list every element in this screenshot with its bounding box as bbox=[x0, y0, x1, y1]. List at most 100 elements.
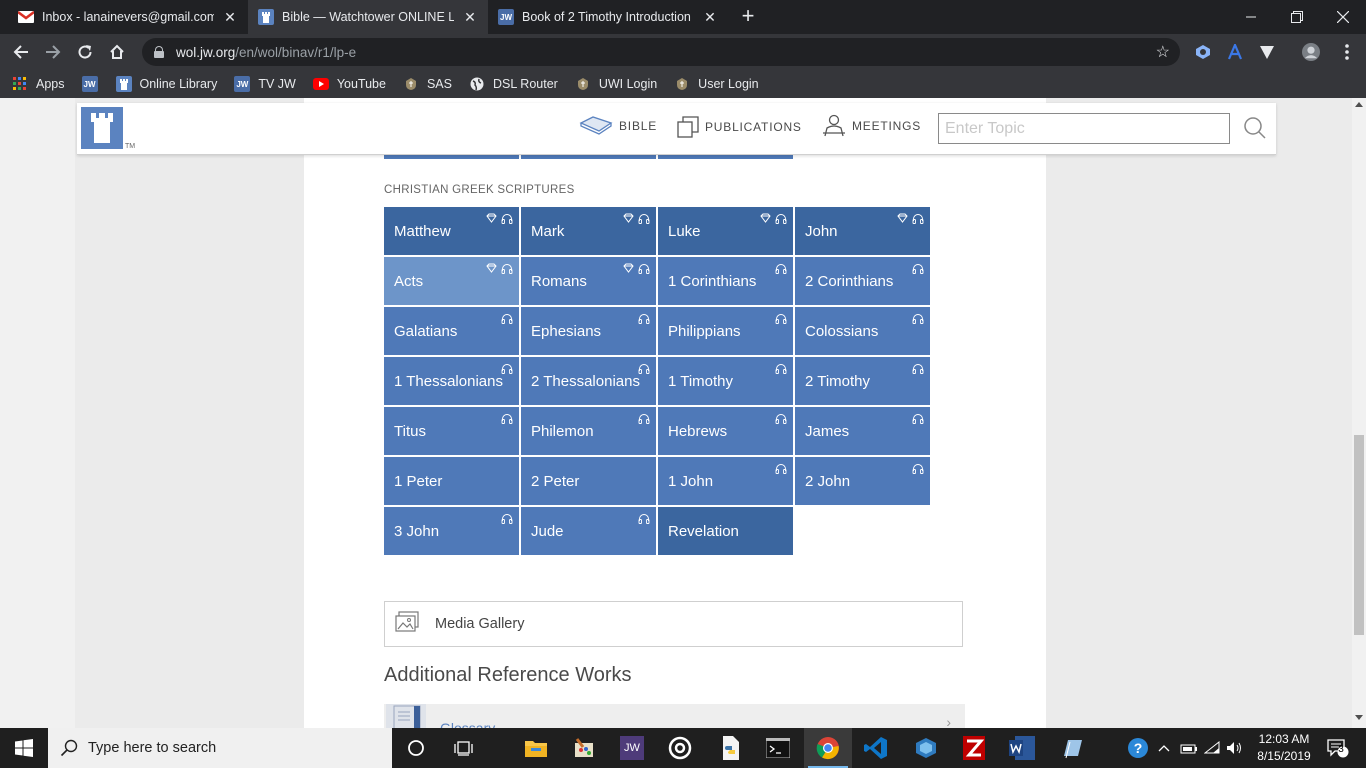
restore-button[interactable] bbox=[1274, 0, 1320, 34]
scroll-up-arrow-icon[interactable] bbox=[1355, 102, 1363, 107]
bookmark-jw[interactable]: JW bbox=[81, 76, 106, 92]
book-tile[interactable]: 1 Corinthians bbox=[658, 257, 793, 305]
book-tile[interactable]: 2 John bbox=[795, 457, 930, 505]
search-icon[interactable] bbox=[1243, 116, 1267, 140]
forward-button[interactable] bbox=[40, 39, 66, 65]
headphones-icon[interactable] bbox=[912, 363, 924, 374]
headphones-icon[interactable] bbox=[775, 463, 787, 474]
wifi-icon[interactable] bbox=[1202, 728, 1224, 768]
headphones-icon[interactable] bbox=[501, 513, 513, 524]
book-tile-partial[interactable] bbox=[384, 155, 519, 159]
home-button[interactable] bbox=[104, 39, 130, 65]
headphones-icon[interactable] bbox=[638, 363, 650, 374]
windows-start-button[interactable] bbox=[0, 728, 48, 768]
task-view-icon[interactable] bbox=[440, 728, 488, 768]
back-button[interactable] bbox=[8, 39, 34, 65]
headphones-icon[interactable] bbox=[775, 413, 787, 424]
book-tile[interactable]: 2 Corinthians bbox=[795, 257, 930, 305]
topic-search-input[interactable] bbox=[938, 113, 1230, 144]
book-tile[interactable]: 2 Timothy bbox=[795, 357, 930, 405]
bookmark-dsl-router[interactable]: DSL Router bbox=[469, 76, 558, 92]
extension-eye-icon[interactable] bbox=[1194, 43, 1212, 61]
minimize-button[interactable] bbox=[1228, 0, 1274, 34]
tab-2-timothy[interactable]: JW Book of 2 Timothy Introduction | ✕ bbox=[488, 0, 728, 34]
bookmark-online-library[interactable]: Online Library bbox=[115, 76, 217, 92]
headphones-icon[interactable] bbox=[501, 363, 513, 374]
book-tile[interactable]: Philemon bbox=[521, 407, 656, 455]
notepad-icon[interactable] bbox=[1048, 728, 1096, 768]
chrome-icon[interactable] bbox=[804, 728, 852, 768]
paint-icon[interactable] bbox=[560, 728, 608, 768]
chevron-up-icon[interactable] bbox=[1154, 728, 1174, 768]
book-tile[interactable]: Acts bbox=[384, 257, 519, 305]
bookmark-sas[interactable]: SAS bbox=[403, 76, 452, 92]
nav-meetings[interactable]: MEETINGS bbox=[822, 114, 921, 138]
new-tab-button[interactable]: + bbox=[738, 5, 758, 27]
tab-gmail[interactable]: Inbox - lanainevers@gmail.com - ✕ bbox=[8, 0, 248, 34]
headphones-icon[interactable] bbox=[775, 213, 787, 224]
book-tile[interactable]: 3 John bbox=[384, 507, 519, 555]
book-tile[interactable]: Mark bbox=[521, 207, 656, 255]
watchtower-logo[interactable] bbox=[81, 107, 123, 149]
reload-button[interactable] bbox=[72, 39, 98, 65]
book-tile[interactable]: John bbox=[795, 207, 930, 255]
jw-library-icon[interactable]: JW bbox=[608, 728, 656, 768]
headphones-icon[interactable] bbox=[775, 363, 787, 374]
book-tile-partial[interactable] bbox=[658, 155, 793, 159]
book-tile[interactable]: Philippians bbox=[658, 307, 793, 355]
nav-bible[interactable]: BIBLE bbox=[579, 115, 657, 137]
volume-icon[interactable] bbox=[1224, 728, 1246, 768]
cortana-icon[interactable] bbox=[392, 728, 440, 768]
vscode-icon[interactable] bbox=[852, 728, 900, 768]
headphones-icon[interactable] bbox=[501, 413, 513, 424]
bookmark-youtube[interactable]: YouTube bbox=[312, 76, 386, 92]
scroll-down-arrow-icon[interactable] bbox=[1355, 715, 1363, 720]
headphones-icon[interactable] bbox=[912, 313, 924, 324]
profile-avatar-icon[interactable] bbox=[1302, 43, 1320, 61]
virtualbox-icon[interactable] bbox=[902, 728, 950, 768]
book-tile[interactable]: Titus bbox=[384, 407, 519, 455]
menu-kebab-icon[interactable] bbox=[1338, 43, 1356, 61]
book-tile[interactable]: James bbox=[795, 407, 930, 455]
close-window-button[interactable] bbox=[1320, 0, 1366, 34]
app-circle-icon[interactable] bbox=[656, 728, 704, 768]
address-bar[interactable]: wol.jw.org/en/wol/binav/r1/lp-e ☆ bbox=[142, 38, 1180, 66]
close-icon[interactable]: ✕ bbox=[462, 9, 478, 26]
notification-center-icon[interactable]: 3 bbox=[1322, 728, 1354, 768]
headphones-icon[interactable] bbox=[912, 413, 924, 424]
headphones-icon[interactable] bbox=[638, 263, 650, 274]
headphones-icon[interactable] bbox=[912, 463, 924, 474]
bookmark-star-icon[interactable]: ☆ bbox=[1156, 42, 1170, 62]
extension-a-icon[interactable] bbox=[1226, 43, 1244, 61]
book-tile[interactable]: Revelation bbox=[658, 507, 793, 555]
bookmark-tv-jw[interactable]: JW TV JW bbox=[234, 76, 296, 92]
bookmark-uwi-login[interactable]: UWI Login bbox=[575, 76, 657, 92]
headphones-icon[interactable] bbox=[912, 263, 924, 274]
filezilla-icon[interactable] bbox=[950, 728, 998, 768]
system-clock[interactable]: 12:03 AM 8/15/2019 bbox=[1246, 731, 1322, 765]
book-tile[interactable]: 1 Thessalonians bbox=[384, 357, 519, 405]
book-tile[interactable]: Hebrews bbox=[658, 407, 793, 455]
file-explorer-icon[interactable] bbox=[512, 728, 560, 768]
nav-publications[interactable]: PUBLICATIONS bbox=[677, 116, 802, 138]
headphones-icon[interactable] bbox=[638, 413, 650, 424]
book-tile[interactable]: Galatians bbox=[384, 307, 519, 355]
bookmark-user-login[interactable]: User Login bbox=[674, 76, 759, 92]
headphones-icon[interactable] bbox=[638, 213, 650, 224]
book-tile[interactable]: 1 Peter bbox=[384, 457, 519, 505]
extension-v-icon[interactable] bbox=[1258, 43, 1276, 61]
headphones-icon[interactable] bbox=[912, 213, 924, 224]
scrollbar-thumb[interactable] bbox=[1354, 435, 1364, 635]
book-tile[interactable]: 1 John bbox=[658, 457, 793, 505]
book-tile[interactable]: Matthew bbox=[384, 207, 519, 255]
book-tile[interactable]: Colossians bbox=[795, 307, 930, 355]
close-icon[interactable]: ✕ bbox=[222, 9, 238, 26]
tab-bible[interactable]: Bible — Watchtower ONLINE LIB ✕ bbox=[248, 0, 488, 34]
bookmark-apps[interactable]: Apps bbox=[12, 76, 65, 92]
python-icon[interactable] bbox=[706, 728, 754, 768]
book-tile[interactable]: Luke bbox=[658, 207, 793, 255]
headphones-icon[interactable] bbox=[501, 263, 513, 274]
book-tile[interactable]: Jude bbox=[521, 507, 656, 555]
book-tile[interactable]: Ephesians bbox=[521, 307, 656, 355]
book-tile[interactable]: Romans bbox=[521, 257, 656, 305]
